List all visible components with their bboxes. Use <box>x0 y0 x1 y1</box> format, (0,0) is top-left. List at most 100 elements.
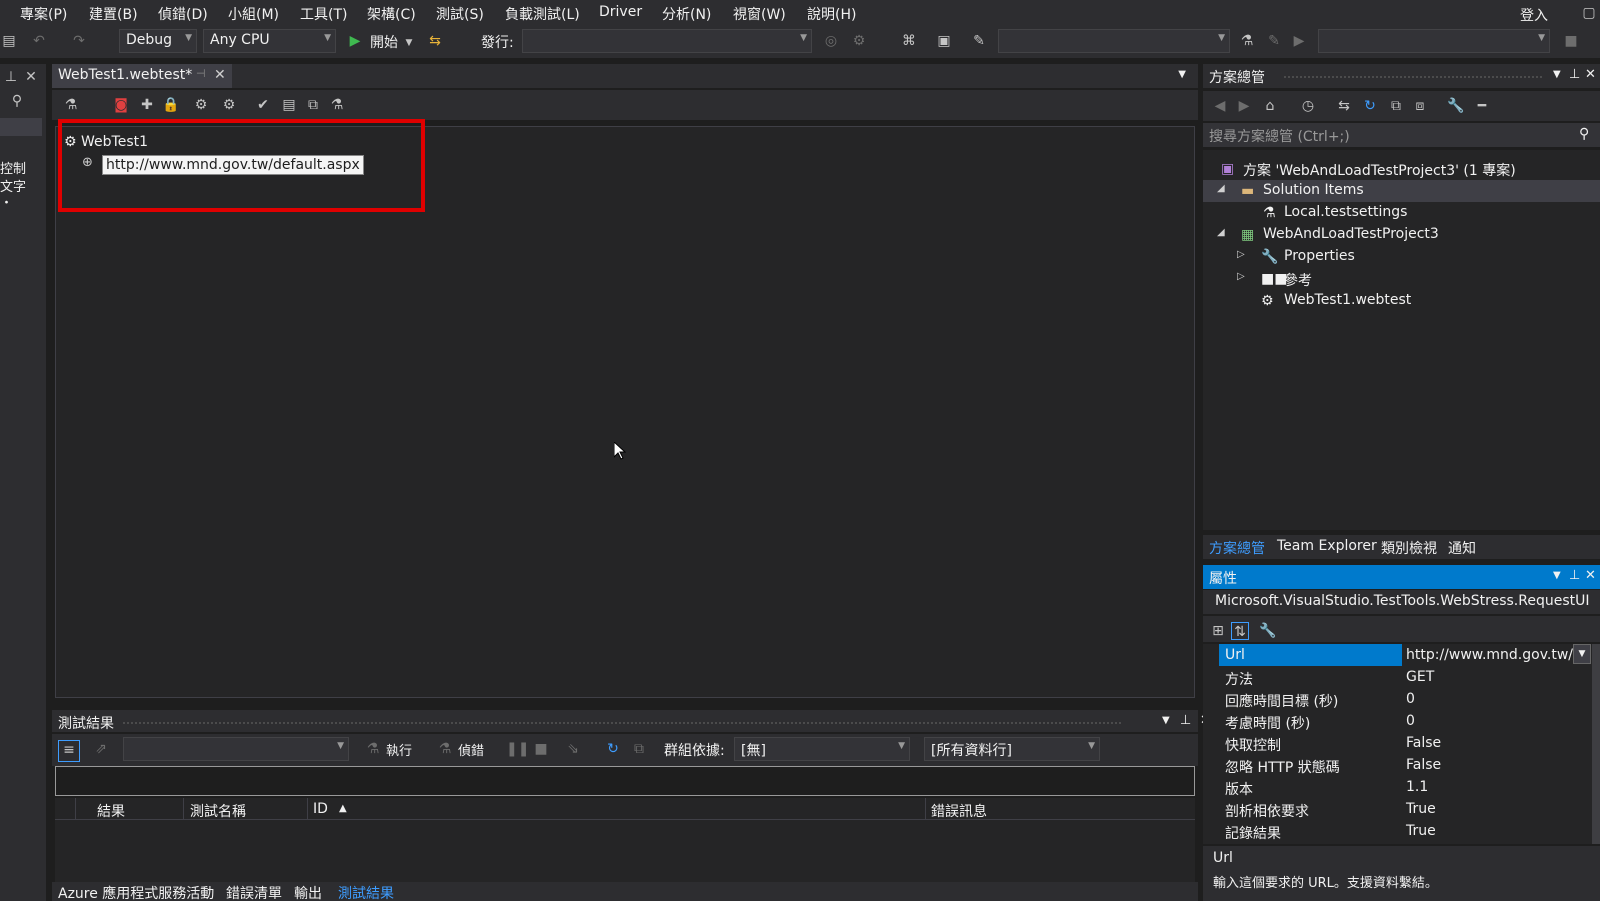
redo-icon[interactable]: ↷ <box>70 32 88 50</box>
gear-icon[interactable]: ⚙ <box>850 32 868 50</box>
expanded-icon[interactable]: ◢ <box>1217 227 1225 238</box>
menu-team[interactable]: 小組(M) <box>228 4 279 24</box>
lock-icon[interactable]: 🔒 <box>162 96 180 114</box>
chevron-down-icon[interactable]: ▼ <box>400 34 418 52</box>
tree-item-solution[interactable]: ▣ 方案 'WebAndLoadTestProject3' (1 專案) <box>1203 158 1600 180</box>
menu-build[interactable]: 建置(B) <box>89 4 138 24</box>
solution-config-dropdown[interactable]: Debug ▼ <box>119 29 197 53</box>
close-icon[interactable]: ✕ <box>1585 67 1596 82</box>
attach-icon[interactable]: ⚗ <box>1238 32 1256 50</box>
close-icon[interactable]: ✕ <box>214 67 226 83</box>
property-value[interactable]: 0 <box>1406 691 1415 707</box>
close-icon[interactable]: ✕ <box>1585 568 1596 583</box>
home-icon[interactable]: ⌂ <box>1261 97 1279 115</box>
platform-dropdown[interactable]: Any CPU ▼ <box>203 29 336 53</box>
categorized-icon[interactable]: ⊞ <box>1209 622 1227 640</box>
preview-icon[interactable]: ━ <box>1473 97 1491 115</box>
property-value[interactable]: True <box>1406 823 1436 839</box>
expanded-icon[interactable]: ◢ <box>1217 183 1225 194</box>
tab-test-results[interactable]: 測試結果 <box>338 883 394 901</box>
close-icon[interactable]: ✕ <box>22 68 40 86</box>
menu-architecture[interactable]: 架構(C) <box>367 4 416 24</box>
tab-webtest1[interactable]: WebTest1.webtest* ⊣ ✕ <box>52 64 232 88</box>
save-all-icon[interactable]: ▤ <box>0 32 18 50</box>
generate-code-icon[interactable]: ⚗ <box>328 96 346 114</box>
chevron-down-icon[interactable]: ▼ <box>1162 715 1170 726</box>
column-header-result[interactable]: 結果 <box>97 801 125 821</box>
tree-item-solution-items[interactable]: ◢ ▬ Solution Items <box>1203 180 1600 202</box>
add-request-icon[interactable]: ✚ <box>138 96 156 114</box>
history-icon[interactable]: ◷ <box>1299 97 1317 115</box>
property-row-ignore-http-status[interactable]: 忽略 HTTP 狀態碼 False <box>1203 754 1600 776</box>
property-value[interactable]: GET <box>1406 669 1434 685</box>
property-value[interactable]: http://www.mnd.gov.tw/ <box>1406 647 1573 663</box>
account-icon[interactable]: ▢ <box>1580 4 1598 22</box>
pin-icon[interactable]: ⊥ <box>2 68 20 86</box>
collapse-all-icon[interactable]: ⧉ <box>1387 97 1405 115</box>
chevron-down-icon[interactable]: ▼ <box>1573 644 1591 664</box>
chevron-down-icon[interactable]: ▼ <box>1178 69 1186 80</box>
tab-solution-explorer[interactable]: 方案總管 <box>1209 538 1265 558</box>
undo-icon[interactable]: ↶ <box>30 32 48 50</box>
group-by-dropdown[interactable]: [無] ▼ <box>734 737 910 761</box>
pin-icon[interactable]: ⊥ <box>1569 568 1580 583</box>
pin-icon[interactable]: ⊣ <box>196 67 206 80</box>
forward-icon[interactable]: ▶ <box>1235 97 1253 115</box>
property-row-cache-control[interactable]: 快取控制 False <box>1203 732 1600 754</box>
menu-window[interactable]: 視窗(W) <box>733 4 786 24</box>
solution-explorer-search[interactable]: 搜尋方案總管 (Ctrl+;) ⚲ <box>1203 123 1600 147</box>
stop-icon[interactable]: ■ <box>1562 32 1580 50</box>
play-icon[interactable]: ▶ <box>346 32 364 50</box>
stop-recording-icon[interactable]: ◙ <box>112 96 130 114</box>
menu-driver[interactable]: Driver <box>599 4 642 20</box>
script-icon[interactable]: ✎ <box>970 32 988 50</box>
column-header-id[interactable]: ID <box>313 801 328 817</box>
tree-item-properties[interactable]: ▷ 🔧 Properties <box>1203 246 1600 268</box>
toolbar-dropdown-3[interactable]: ▼ <box>1318 29 1550 53</box>
column-filter-dropdown[interactable]: [所有資料行] ▼ <box>924 737 1100 761</box>
import-icon[interactable]: ⇘ <box>564 740 582 758</box>
refresh-icon[interactable]: ↻ <box>604 740 622 758</box>
sync-icon[interactable]: ⇆ <box>1335 97 1353 115</box>
copy-icon[interactable]: ⧉ <box>630 740 648 758</box>
tab-team-explorer[interactable]: Team Explorer <box>1277 538 1377 554</box>
refresh-icon[interactable]: ↻ <box>1361 97 1379 115</box>
extraction-icon[interactable]: ⚙ <box>220 96 238 114</box>
property-value[interactable]: True <box>1406 801 1436 817</box>
toolbar-dropdown-2[interactable]: ▼ <box>998 29 1230 53</box>
menu-test[interactable]: 測試(S) <box>436 4 484 24</box>
menu-tools[interactable]: 工具(T) <box>300 4 347 24</box>
property-row-response-time-goal[interactable]: 回應時間目標 (秒) 0 <box>1203 688 1600 710</box>
toolbox-search-box[interactable] <box>0 118 42 136</box>
start-button[interactable]: 開始 <box>370 32 398 52</box>
search-icon[interactable]: ⚲ <box>8 92 26 110</box>
validation-icon[interactable]: ✔ <box>254 96 272 114</box>
property-grid-scrollbar[interactable] <box>1592 644 1600 844</box>
tab-notifications[interactable]: 通知 <box>1448 538 1476 558</box>
add-recording-icon[interactable]: ⚗ <box>62 96 80 114</box>
test-run-dropdown[interactable]: ▼ <box>123 737 349 761</box>
search-icon[interactable]: ⚲ <box>1579 126 1589 142</box>
property-row-version[interactable]: 版本 1.1 <box>1203 776 1600 798</box>
menu-project[interactable]: 專案(P) <box>20 4 67 24</box>
back-icon[interactable]: ◀ <box>1211 97 1229 115</box>
pin-icon[interactable]: ⊥ <box>1569 67 1580 82</box>
property-row-url[interactable]: Url http://www.mnd.gov.tw/ ▼ <box>1203 644 1600 666</box>
menu-debug[interactable]: 偵錯(D) <box>158 4 208 24</box>
tab-output[interactable]: 輸出 <box>294 883 322 901</box>
collapsed-icon[interactable]: ▷ <box>1237 271 1245 282</box>
tree-item-project[interactable]: ◢ ▦ WebAndLoadTestProject3 <box>1203 224 1600 246</box>
collapsed-icon[interactable]: ▷ <box>1237 249 1245 260</box>
stop-icon[interactable]: ■ <box>532 740 550 758</box>
pin-icon[interactable]: ⊥ <box>1180 713 1191 728</box>
tab-error-list[interactable]: 錯誤清單 <box>226 883 282 901</box>
sign-in-link[interactable]: 登入 <box>1520 5 1548 25</box>
export-icon[interactable]: ⇗ <box>92 740 110 758</box>
parameterize-icon[interactable]: ⚙ <box>192 96 210 114</box>
property-row-record-result[interactable]: 記錄結果 True <box>1203 820 1600 842</box>
column-header-error-message[interactable]: 錯誤訊息 <box>931 801 987 821</box>
property-value[interactable]: 0 <box>1406 713 1415 729</box>
globe-icon[interactable]: ◎ <box>822 32 840 50</box>
tree-item-local-testsettings[interactable]: ⚗ Local.testsettings <box>1203 202 1600 224</box>
tree-item-webtest1[interactable]: ⚙ WebTest1.webtest <box>1203 290 1600 312</box>
